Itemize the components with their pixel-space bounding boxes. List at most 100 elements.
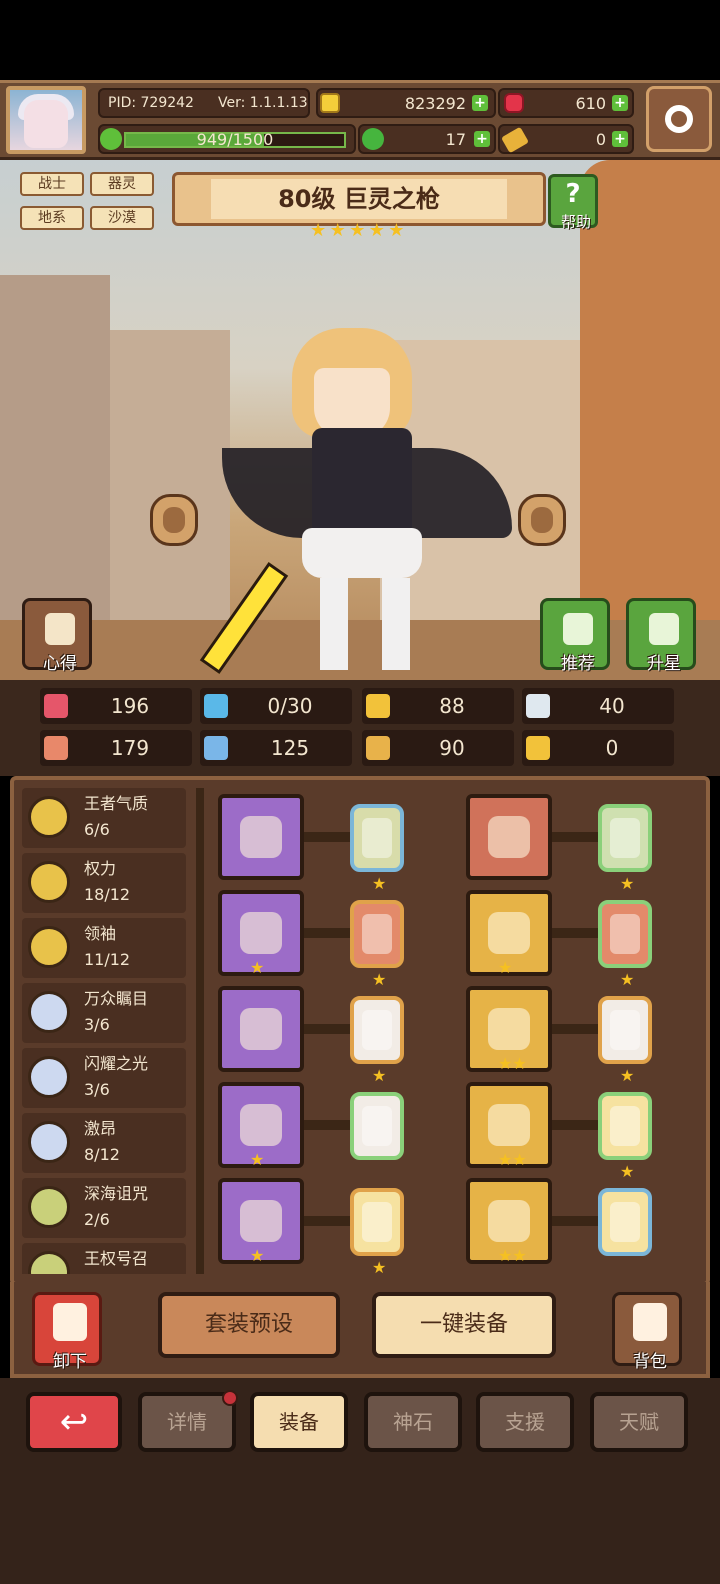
set-bonus-item[interactable]: 王权号召 bbox=[22, 1243, 186, 1274]
equipment-item-icon bbox=[240, 1008, 282, 1050]
equipment-slot[interactable]: ★ ★ bbox=[466, 1082, 552, 1168]
tab-label: 装备 bbox=[279, 1410, 319, 1434]
rune-star-rating: ★ bbox=[372, 874, 387, 893]
coin-amount: 823292 bbox=[404, 94, 466, 113]
tab-4[interactable]: 支援 bbox=[476, 1392, 574, 1452]
rune-icon bbox=[610, 1202, 640, 1242]
set-progress: 8/12 bbox=[84, 1145, 120, 1164]
add-coins-button[interactable]: + bbox=[472, 95, 488, 111]
experience-box: 949/1500 bbox=[98, 124, 356, 154]
equipment-item-icon bbox=[240, 1104, 282, 1146]
rune-star-rating: ★ bbox=[620, 1162, 635, 1181]
unload-button[interactable]: 卸下 bbox=[32, 1292, 102, 1372]
equipment-slot[interactable] bbox=[218, 986, 304, 1072]
set-bonus-list[interactable]: 王者气质 6/6 权力 18/12 领袖 11/12 万众瞩目 3/6 闪耀之光 3/6 激昂 8/1… bbox=[22, 788, 190, 1274]
equipment-slot[interactable]: ★ ★ bbox=[466, 986, 552, 1072]
set-bonus-item[interactable]: 王者气质 6/6 bbox=[22, 788, 186, 848]
stat-cell: 196 bbox=[40, 688, 192, 724]
set-bonus-item[interactable]: 权力 18/12 bbox=[22, 853, 186, 913]
set-bonus-item[interactable]: 深海诅咒 2/6 bbox=[22, 1178, 186, 1238]
equipment-slot[interactable] bbox=[218, 794, 304, 880]
stat-value: 0/30 bbox=[267, 694, 313, 718]
set-progress: 6/6 bbox=[84, 820, 110, 839]
rune-slot[interactable]: ★ bbox=[350, 900, 404, 988]
equipment-slot[interactable]: ★ bbox=[218, 890, 304, 976]
set-bonus-item[interactable]: 闪耀之光 3/6 bbox=[22, 1048, 186, 1108]
notification-dot bbox=[222, 1390, 238, 1406]
gem-amount: 610 bbox=[575, 94, 606, 113]
equipment-slot[interactable]: ★ ★ bbox=[466, 1178, 552, 1264]
back-arrow-icon: ↩ bbox=[59, 1402, 89, 1442]
help-button[interactable]: ? 帮助 bbox=[548, 174, 598, 231]
tag-class: 战士 bbox=[20, 172, 84, 196]
stat-value: 125 bbox=[270, 736, 310, 760]
item-star-rating: ★ bbox=[250, 1246, 265, 1265]
rune-slot[interactable]: ★ bbox=[350, 804, 404, 892]
hero-character[interactable] bbox=[199, 328, 512, 680]
stat-cell: 0/30 bbox=[200, 688, 352, 724]
recommend-button[interactable]: 推荐 bbox=[540, 598, 610, 674]
tab-label: 神石 bbox=[393, 1410, 433, 1434]
tab-5[interactable]: 天赋 bbox=[590, 1392, 688, 1452]
tab-1[interactable]: 详情 bbox=[138, 1390, 238, 1452]
tag-terrain: 沙漠 bbox=[90, 206, 154, 230]
rune-slot[interactable] bbox=[598, 1188, 652, 1256]
set-medal-icon bbox=[28, 991, 70, 1033]
rune-slot[interactable]: ★ bbox=[598, 996, 652, 1084]
add-clovers-button[interactable]: + bbox=[474, 131, 490, 147]
clover-counter: 17 + bbox=[358, 124, 496, 154]
add-gems-button[interactable]: + bbox=[612, 95, 628, 111]
rune-star-rating: ★ bbox=[372, 970, 387, 989]
rune-star-rating: ★ bbox=[620, 970, 635, 989]
left-shield-icon[interactable] bbox=[150, 494, 198, 546]
equipment-slot[interactable]: ★ bbox=[218, 1082, 304, 1168]
player-avatar[interactable] bbox=[6, 86, 86, 154]
back-button[interactable]: ↩ bbox=[26, 1392, 122, 1452]
rune-slot[interactable]: ★ bbox=[598, 804, 652, 892]
equipment-slot[interactable]: ★ bbox=[218, 1178, 304, 1264]
upgrade-star-button[interactable]: 升星 bbox=[626, 598, 696, 674]
set-bonus-item[interactable]: 激昂 8/12 bbox=[22, 1113, 186, 1173]
item-star-rating: ★ bbox=[250, 958, 265, 977]
shield-stat-icon bbox=[366, 694, 390, 718]
set-name: 闪耀之光 bbox=[84, 1054, 149, 1073]
equipment-item-icon bbox=[240, 1200, 282, 1242]
item-star-rating: ★ bbox=[250, 1150, 265, 1169]
set-name: 万众瞩目 bbox=[84, 989, 149, 1008]
gem-counter: 610 + bbox=[498, 88, 634, 118]
item-star-rating: ★ ★ bbox=[498, 1246, 527, 1265]
equip-all-button[interactable]: 一键装备 bbox=[372, 1292, 556, 1358]
rune-slot[interactable]: ★ bbox=[598, 1092, 652, 1180]
settings-button[interactable] bbox=[646, 86, 712, 152]
rune-icon bbox=[610, 914, 640, 954]
water-drop-icon bbox=[204, 694, 228, 718]
fist-icon bbox=[44, 736, 68, 760]
rune-icon bbox=[362, 818, 392, 858]
stat-cell: 179 bbox=[40, 730, 192, 766]
unload-label: 卸下 bbox=[53, 1352, 87, 1372]
set-name: 领袖 bbox=[84, 924, 117, 943]
set-progress: 11/12 bbox=[84, 950, 131, 969]
star-icon: ★ bbox=[310, 220, 327, 241]
set-bonus-item[interactable]: 万众瞩目 3/6 bbox=[22, 983, 186, 1043]
equipment-slot[interactable]: ★ bbox=[466, 890, 552, 976]
rune-slot[interactable]: ★ bbox=[350, 1188, 404, 1276]
rune-slot[interactable]: ★ bbox=[598, 900, 652, 988]
tab-3[interactable]: 神石 bbox=[364, 1392, 462, 1452]
stat-value: 179 bbox=[110, 736, 150, 760]
notes-button[interactable]: 心得 bbox=[22, 598, 92, 674]
rune-star-rating: ★ bbox=[372, 1066, 387, 1085]
right-shield-icon[interactable] bbox=[518, 494, 566, 546]
equipment-slot[interactable] bbox=[466, 794, 552, 880]
set-medal-icon bbox=[28, 861, 70, 903]
bag-button[interactable]: 背包 bbox=[612, 1292, 682, 1372]
stat-value: 196 bbox=[110, 694, 150, 718]
rune-slot[interactable]: ★ bbox=[350, 996, 404, 1084]
item-star-rating: ★ ★ bbox=[498, 1054, 527, 1073]
add-keys-button[interactable]: + bbox=[612, 131, 628, 147]
set-preset-button[interactable]: 套装预设 bbox=[158, 1292, 340, 1358]
set-bonus-item[interactable]: 领袖 11/12 bbox=[22, 918, 186, 978]
rune-icon bbox=[362, 914, 392, 954]
tab-2[interactable]: 装备 bbox=[250, 1392, 348, 1452]
rune-slot[interactable] bbox=[350, 1092, 404, 1160]
